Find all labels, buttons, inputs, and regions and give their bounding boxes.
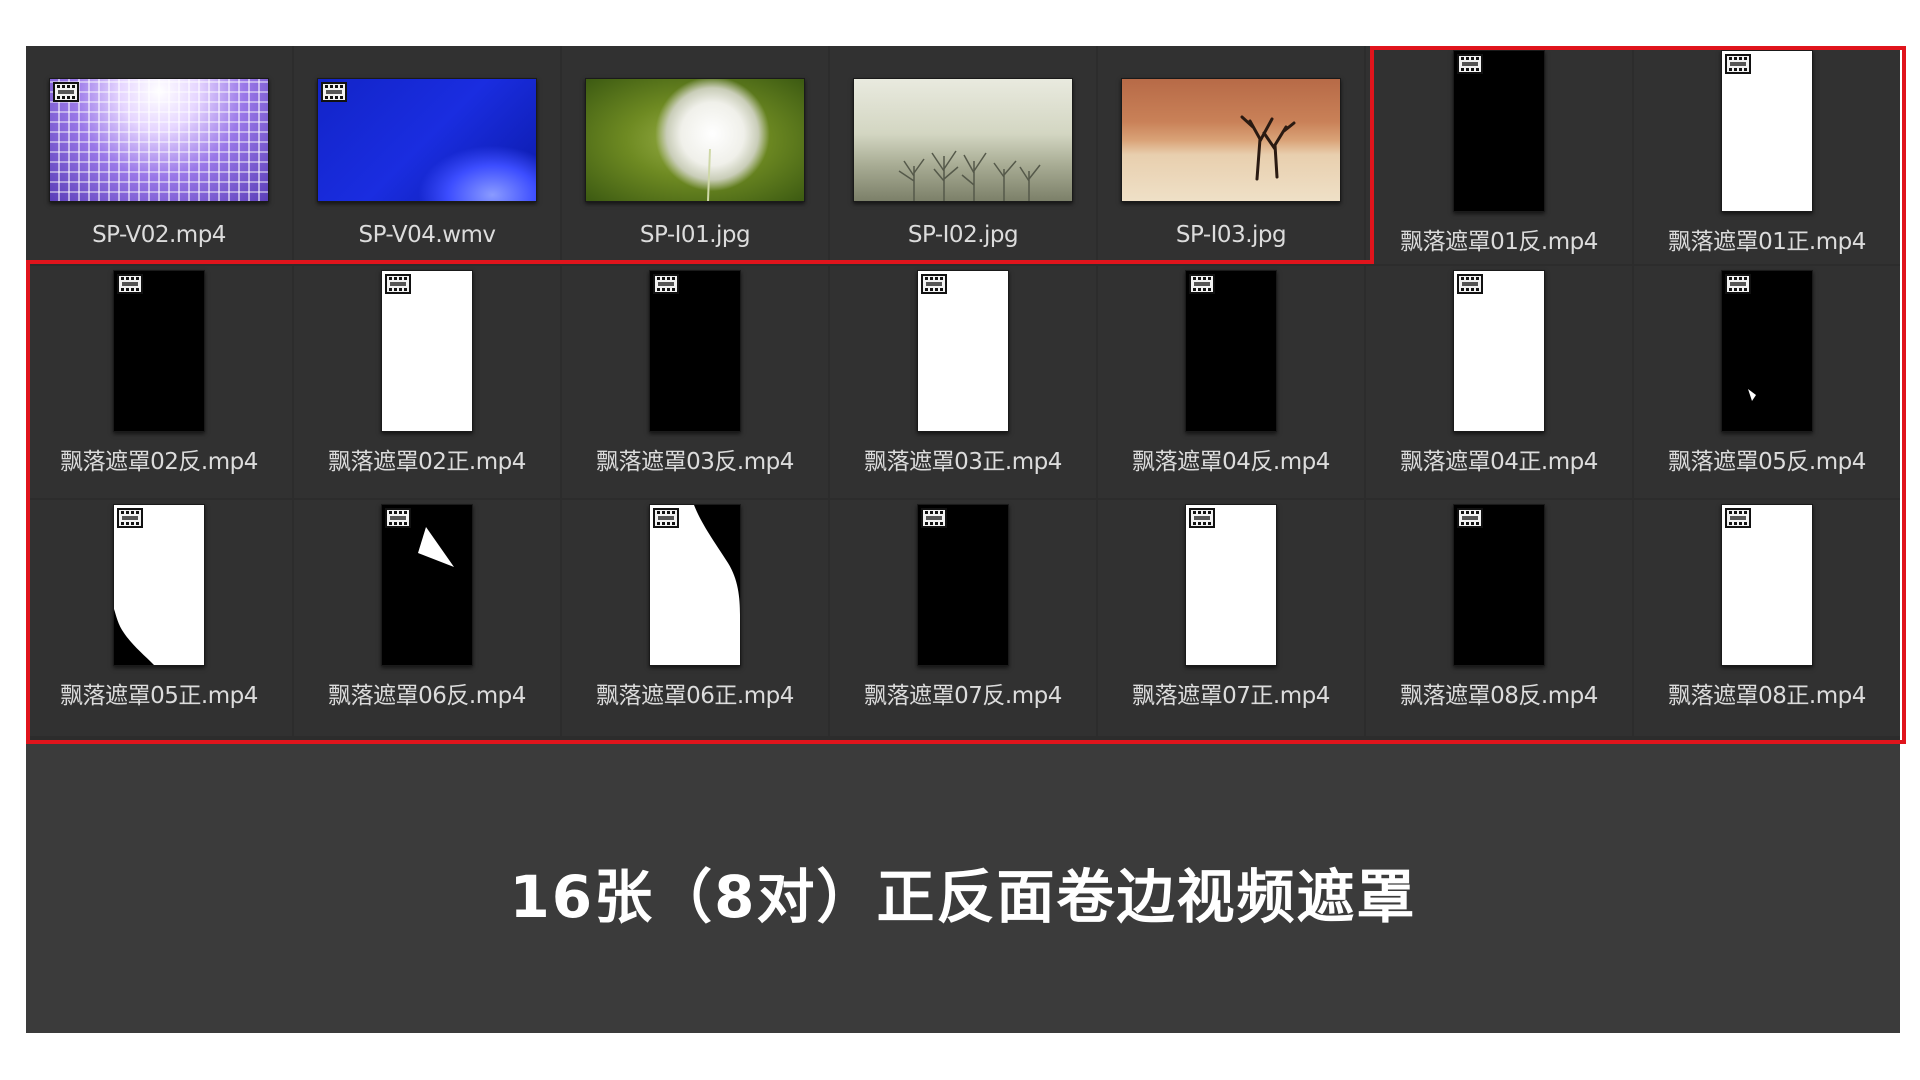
video-file-icon	[921, 274, 947, 294]
video-file-icon	[653, 274, 679, 294]
video-file-icon	[385, 508, 411, 528]
video-file-icon	[117, 508, 143, 528]
video-file-icon	[921, 508, 947, 528]
video-file-icon	[1725, 274, 1751, 294]
video-file-icon	[385, 274, 411, 294]
video-file-icon	[1457, 54, 1483, 74]
video-file-icon	[1189, 274, 1215, 294]
caption-title: 16张（8对）正反面卷边视频遮罩	[509, 863, 1417, 931]
video-file-icon	[117, 274, 143, 294]
video-file-icon	[53, 82, 79, 102]
video-file-icon	[653, 508, 679, 528]
video-file-icon	[321, 82, 347, 102]
video-file-icon	[1725, 508, 1751, 528]
video-file-icon	[1457, 274, 1483, 294]
video-file-icon	[1189, 508, 1215, 528]
video-file-icon	[1725, 54, 1751, 74]
video-file-icon	[1457, 508, 1483, 528]
